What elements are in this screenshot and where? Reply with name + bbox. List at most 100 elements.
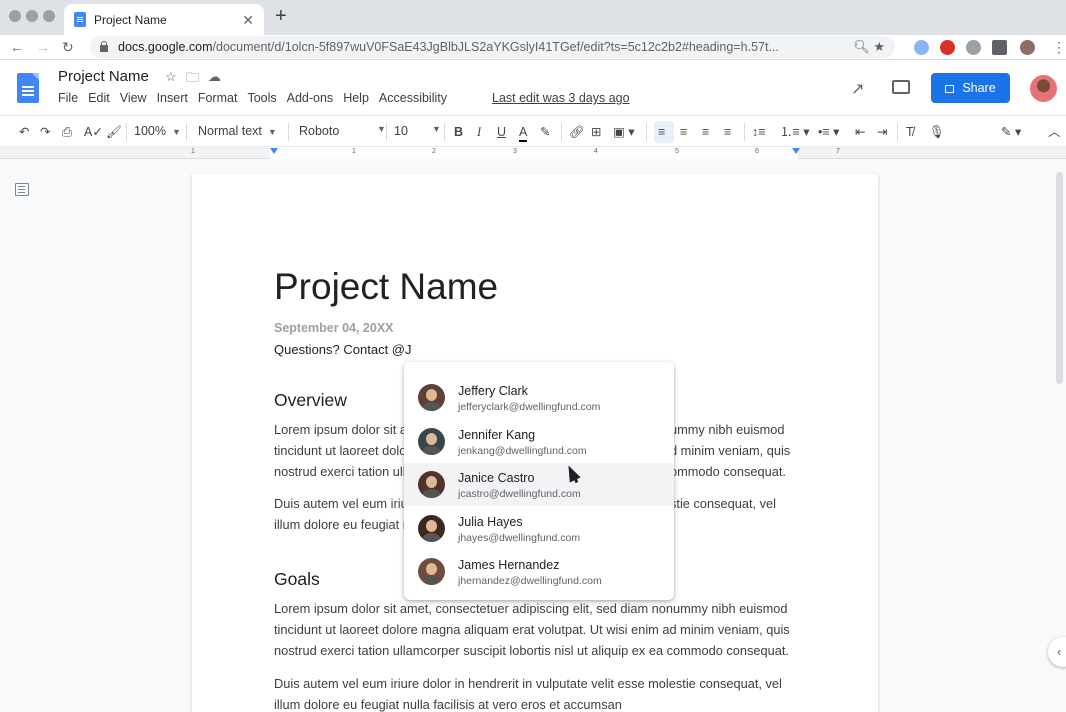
person-name: Julia Hayes [458,515,523,529]
tab-close-icon[interactable]: ✕ [242,13,254,27]
document-outline-icon[interactable] [15,183,29,196]
bold-icon[interactable]: B [454,124,463,140]
insert-image-icon[interactable]: ▣ ▾ [613,124,635,140]
forward-icon[interactable]: → [36,38,50,56]
extension-scissors-icon[interactable] [914,40,929,55]
text-line: ommodo consequat. [670,464,786,479]
ruler-label: 4 [594,148,598,155]
text-line: Duis autem vel eum iriure dolor in hendr… [274,676,782,691]
new-tab-button[interactable]: + [275,6,287,26]
menu-insert[interactable]: Insert [157,91,188,105]
zoom-select[interactable]: 100% ▼ [134,124,181,138]
mention-option[interactable]: Julia Hayes jhayes@dwellingfund.com [404,507,674,550]
window-close-button[interactable] [9,10,21,22]
last-edit-link[interactable]: Last edit was 3 days ago [492,91,630,105]
left-indent-marker[interactable] [270,148,278,154]
extensions-puzzle-icon[interactable] [992,40,1007,55]
mention-option[interactable]: Jennifer Kang jenkang@dwellingfund.com [404,420,674,463]
bookmark-star-icon[interactable]: 🔍︎ ★ [853,39,885,55]
menu-view[interactable]: View [120,91,147,105]
person-name: James Hernandez [458,558,560,572]
right-indent-marker[interactable] [792,148,800,154]
person-email: jenkang@dwellingfund.com [458,445,587,457]
mention-option[interactable]: Jeffery Clark jefferyclark@dwellingfund.… [404,376,674,419]
paragraph-style-select[interactable]: Normal text ▼ [198,124,277,138]
mention-option-highlighted[interactable]: Janice Castro jcastro@dwellingfund.com [404,463,674,506]
menu-file[interactable]: File [58,91,78,105]
menu-edit[interactable]: Edit [88,91,110,105]
mention-option[interactable]: James Hernandez jhernandez@dwellingfund.… [404,550,674,593]
person-email: jhernandez@dwellingfund.com [458,575,602,587]
numbered-list-icon[interactable]: ⒈≡ ▾ [780,124,810,140]
person-email: jcastro@dwellingfund.com [458,488,581,500]
vertical-scrollbar[interactable] [1056,172,1063,384]
browser-menu-icon[interactable]: ⋮ [1052,38,1066,56]
profile-avatar-icon[interactable] [1020,40,1035,55]
address-bar[interactable]: docs.google.com /document/d/1olcn-5f897w… [90,36,895,58]
clear-formatting-icon[interactable]: T̸ [906,124,914,140]
star-icon[interactable]: ☆ [165,69,177,85]
back-icon[interactable]: ← [10,38,24,56]
text-line: Lorem ipsum dolor sit amet, consectetuer… [274,601,788,616]
spellcheck-icon[interactable]: A✓ [84,124,103,140]
chevron-down-icon: ▼ [432,124,441,134]
google-docs-logo-icon[interactable] [17,73,39,103]
share-button[interactable]: Share [931,73,1010,103]
font-select[interactable]: Roboto ▼ [299,124,386,138]
text-color-icon[interactable]: A [519,124,528,142]
comment-history-icon[interactable] [892,80,910,94]
lock-icon [945,85,955,93]
menu-accessibility[interactable]: Accessibility [379,91,447,105]
redo-icon[interactable]: ↷ [40,124,50,140]
activity-trend-icon[interactable]: ↗ [851,79,864,99]
add-comment-icon[interactable]: ⊞ [591,124,601,140]
justify-icon[interactable]: ≡ [724,124,731,140]
cloud-status-icon[interactable]: ☁︎ [208,69,221,85]
menu-help[interactable]: Help [343,91,369,105]
insert-link-icon[interactable]: 🔗︎ [569,124,585,140]
highlight-color-icon[interactable]: ✎ [540,124,550,140]
text-line: nostrud exerci tation ullamcorper suscip… [274,643,789,658]
share-label: Share [962,81,996,95]
document-date: September 04, 20XX [274,321,394,335]
document-title[interactable]: Project Name [58,68,149,85]
font-size-select[interactable]: 10 ▼ [394,124,441,138]
move-folder-icon[interactable]: 🗀︎ [186,69,199,91]
bulleted-list-icon[interactable]: •≡ ▾ [818,124,839,140]
undo-icon[interactable]: ↶ [19,124,29,140]
drive-extension-icon[interactable] [966,40,981,55]
avatar [418,558,445,585]
italic-icon[interactable]: I [477,124,481,140]
decrease-indent-icon[interactable]: ⇤ [855,124,865,140]
lock-icon [100,40,108,52]
menu-addons[interactable]: Add-ons [287,91,334,105]
menu-format[interactable]: Format [198,91,238,105]
editing-mode-icon[interactable]: ✎ ▾ [1001,124,1021,140]
ruler-label: 3 [513,148,517,155]
increase-indent-icon[interactable]: ⇥ [877,124,887,140]
window-zoom-button[interactable] [43,10,55,22]
goals-paragraph-2: Duis autem vel eum iriure dolor in hendr… [274,673,834,712]
url-host: docs.google.com [118,40,213,54]
window-minimize-button[interactable] [26,10,38,22]
side-panel-toggle-icon[interactable]: ‹ [1048,637,1066,667]
adblock-extension-icon[interactable] [940,40,955,55]
ruler-label: 2 [432,148,436,155]
line-spacing-icon[interactable]: ↕≡ [752,124,766,140]
print-icon[interactable]: ⎙ [62,124,72,140]
collapse-toolbar-icon[interactable]: ︿ [1048,124,1061,140]
browser-toolbar: ← → ↻ docs.google.com /document/d/1olcn-… [0,35,1066,60]
ruler-label: 5 [675,148,679,155]
text-line: stie consequat, vel [670,496,776,511]
browser-tab-active[interactable]: Project Name ✕ [64,4,264,35]
url-path: /document/d/1olcn-5f897wuV0FSaE43JgBlbJL… [212,40,779,54]
align-right-icon[interactable]: ≡ [702,124,709,140]
voice-typing-icon[interactable]: 🎙︎ [929,124,945,140]
align-center-icon[interactable]: ≡ [680,124,687,140]
underline-icon[interactable]: U [497,124,506,140]
align-left-icon[interactable]: ≡ [658,124,665,140]
account-avatar[interactable] [1030,75,1057,102]
paint-format-icon[interactable]: 🖌︎ [106,124,122,140]
menu-tools[interactable]: Tools [247,91,276,105]
reload-icon[interactable]: ↻ [62,38,74,56]
